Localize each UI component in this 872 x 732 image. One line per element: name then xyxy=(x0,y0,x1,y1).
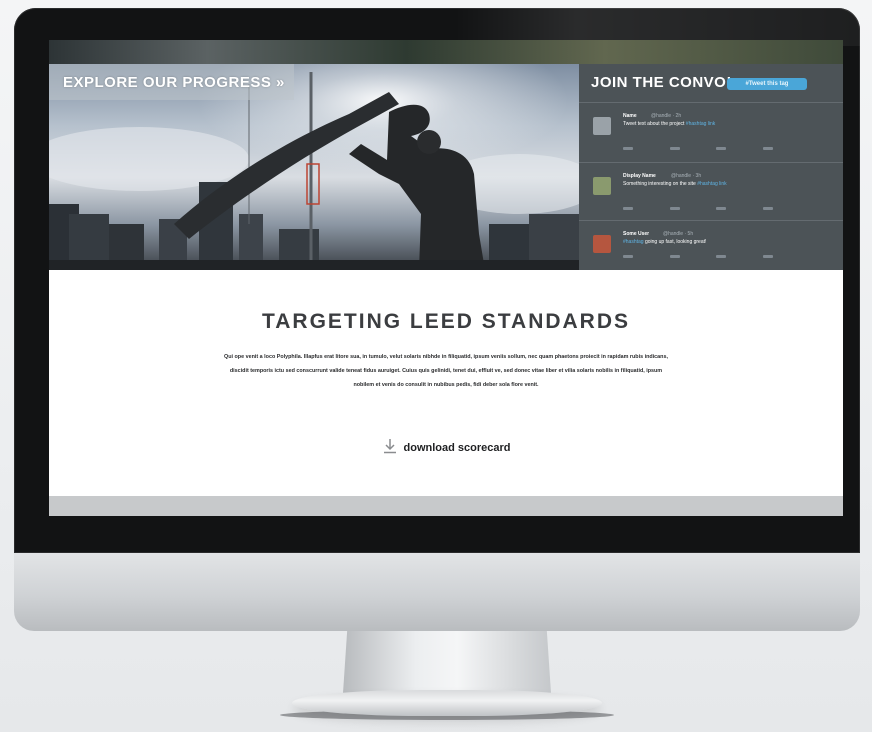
tweet-body: Something interesting on the site xyxy=(623,181,696,187)
tweet-link[interactable]: #hashtag link xyxy=(697,181,726,187)
footer-band xyxy=(49,496,843,516)
monitor-chin xyxy=(14,553,860,631)
body-paragraph: Qui ope venit a loco Polyphila. Illapfus… xyxy=(224,354,668,388)
tweet-meta: @handle · 3h xyxy=(671,173,702,179)
tweet-item[interactable]: Name @handle · 2h Tweet text about the p… xyxy=(579,102,843,159)
tweet-item[interactable]: Some User @handle · 5h #hashtag going up… xyxy=(579,220,843,271)
more-icon[interactable] xyxy=(762,207,773,210)
tweet-actions xyxy=(623,207,773,211)
screen: EXPLORE OUR PROGRESS » JOIN THE CONVO! #… xyxy=(49,40,843,516)
explore-progress-link[interactable]: EXPLORE OUR PROGRESS » xyxy=(63,74,285,91)
avatar xyxy=(593,117,611,135)
convo-title: JOIN THE CONVO! xyxy=(591,74,732,91)
retweet-icon[interactable] xyxy=(669,207,680,210)
tweet-text: Tweet text about the project #hashtag li… xyxy=(623,121,823,128)
favorite-icon[interactable] xyxy=(716,255,727,258)
tweet-meta: @handle · 5h xyxy=(663,231,694,237)
retweet-icon[interactable] xyxy=(669,147,680,150)
monitor-base xyxy=(292,690,602,716)
reply-icon[interactable] xyxy=(623,207,633,210)
tweet-link[interactable]: #hashtag xyxy=(623,239,644,245)
tweet-item[interactable]: Display Name @handle · 3h Something inte… xyxy=(579,162,843,219)
favorite-icon[interactable] xyxy=(716,207,727,210)
top-photo-strip xyxy=(49,40,843,64)
tweet-actions xyxy=(623,147,773,151)
tweet-meta: @handle · 2h xyxy=(651,113,682,119)
hashtag-button[interactable]: #Tweet this tag xyxy=(727,78,807,90)
reply-icon[interactable] xyxy=(623,255,633,258)
tweet-author[interactable]: Name xyxy=(623,113,637,119)
main-content: TARGETING LEED STANDARDS Qui ope venit a… xyxy=(49,270,843,496)
retweet-icon[interactable] xyxy=(669,255,680,258)
hero-section: EXPLORE OUR PROGRESS » JOIN THE CONVO! #… xyxy=(49,40,843,270)
page-headline: TARGETING LEED STANDARDS xyxy=(261,310,631,333)
monitor-stand xyxy=(343,631,551,693)
reply-icon[interactable] xyxy=(623,147,633,150)
tweet-link[interactable]: #hashtag link xyxy=(686,121,715,127)
tweet-author[interactable]: Some User xyxy=(623,231,649,237)
tweet-body: Tweet text about the project xyxy=(623,121,685,127)
download-scorecard-link[interactable]: download scorecard xyxy=(49,438,843,454)
more-icon[interactable] xyxy=(762,147,773,150)
tweet-text: #hashtag going up fast, looking great! xyxy=(623,239,823,246)
more-icon[interactable] xyxy=(762,255,773,258)
tweet-body: going up fast, looking great! xyxy=(644,239,707,245)
tweet-text: Something interesting on the site #hasht… xyxy=(623,181,823,188)
avatar xyxy=(593,177,611,195)
tweet-author[interactable]: Display Name xyxy=(623,173,656,179)
join-convo-panel: JOIN THE CONVO! #Tweet this tag Name @ha… xyxy=(579,64,843,270)
download-icon[interactable] xyxy=(382,438,398,454)
tweet-actions xyxy=(623,255,773,259)
download-label[interactable]: download scorecard xyxy=(404,442,511,454)
avatar xyxy=(593,235,611,253)
favorite-icon[interactable] xyxy=(716,147,727,150)
